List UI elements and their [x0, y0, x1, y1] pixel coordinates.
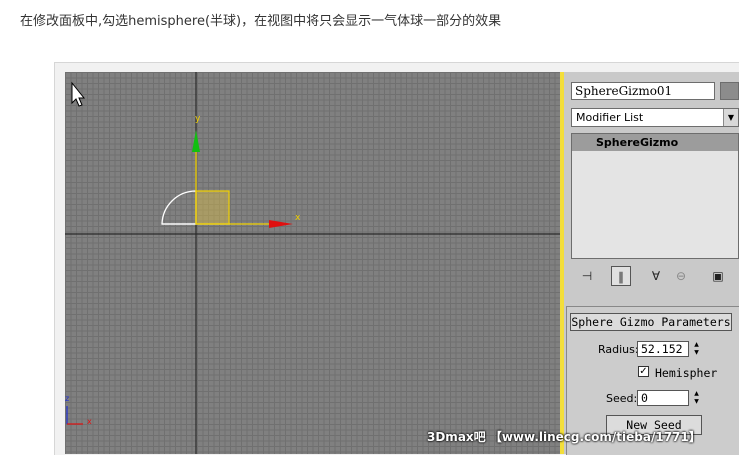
rollout-title[interactable]: Sphere Gizmo Parameters	[570, 313, 732, 331]
stack-toolbar: ⊣ ∥ ∀ ⊖ ▣	[571, 264, 739, 288]
perspective-viewport[interactable]: y x z x	[65, 72, 560, 454]
radius-label: Radius:	[598, 343, 639, 356]
gizmo-y-label: y	[195, 114, 201, 124]
modifier-stack[interactable]: SphereGizmo	[571, 133, 739, 259]
radius-spinner[interactable]: ▲ ▼	[692, 341, 701, 357]
watermark: 3Dmax吧 【www.linecg.com/tieba/1771】	[427, 430, 701, 444]
object-name-field[interactable]: SphereGizmo01	[571, 82, 715, 100]
make-unique-icon[interactable]: ∀	[646, 266, 666, 286]
gizmo-x-label: x	[295, 213, 301, 223]
remove-modifier-icon[interactable]: ⊖	[671, 266, 691, 286]
chevron-down-icon: ▼	[723, 109, 738, 126]
radius-field[interactable]: 52.152	[637, 341, 689, 357]
seed-spinner[interactable]: ▲ ▼	[692, 390, 701, 406]
cursor-arrow-icon	[71, 81, 86, 107]
gizmo-y-arrow	[192, 130, 200, 152]
seed-label: Seed:	[606, 392, 638, 405]
hemisphere-gizmo-outline	[161, 190, 197, 225]
object-color-swatch[interactable]	[720, 82, 739, 100]
transform-plane-handle	[195, 190, 230, 225]
show-end-result-icon[interactable]: ∥	[611, 266, 631, 286]
stack-item-spheregizmo[interactable]: SphereGizmo	[572, 134, 738, 151]
viewport-drawing	[65, 72, 560, 454]
hemisphere-checkbox[interactable]: ✓	[638, 366, 649, 377]
tripod-x-label: x	[87, 417, 92, 426]
hemisphere-label: Hemispher	[655, 366, 718, 380]
modifier-list-label: Modifier List	[576, 111, 644, 124]
tripod-z-label: z	[65, 394, 70, 403]
configure-modifier-sets-icon[interactable]: ▣	[708, 266, 728, 286]
modifier-list-dropdown[interactable]: Modifier List ▼	[571, 108, 739, 127]
pin-stack-icon[interactable]: ⊣	[577, 266, 597, 286]
article-caption: 在修改面板中,勾选hemisphere(半球)，在视图中将只会显示一气体球一部分…	[20, 14, 502, 29]
gizmo-x-arrow	[269, 220, 293, 228]
seed-field[interactable]: 0	[637, 390, 689, 406]
